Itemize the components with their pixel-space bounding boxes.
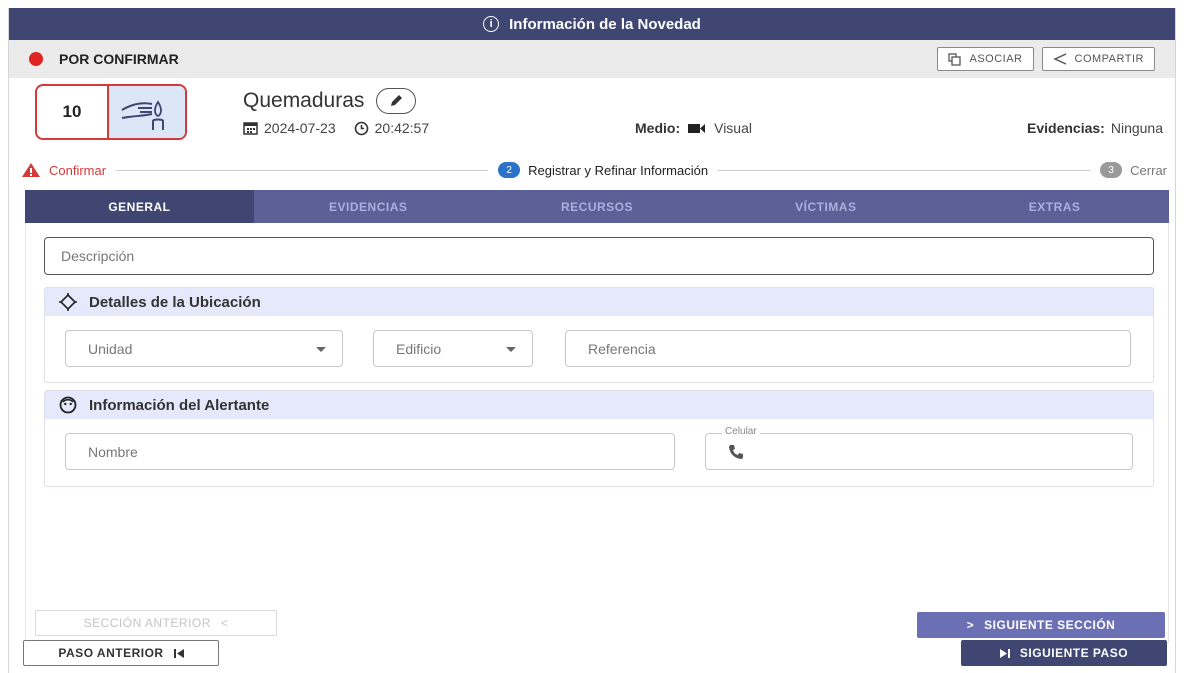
referencia-field[interactable]: Referencia — [565, 330, 1131, 367]
step-confirmar[interactable]: Confirmar — [21, 162, 106, 178]
celular-label: Celular — [722, 426, 760, 437]
step-cerrar[interactable]: 3 Cerrar — [1100, 162, 1167, 178]
step-registrar-label: Registrar y Refinar Información — [528, 162, 709, 178]
edit-title-button[interactable] — [376, 88, 417, 114]
location-target-icon — [59, 293, 77, 311]
medio-label: Medio: — [635, 120, 681, 136]
nombre-placeholder: Nombre — [88, 443, 138, 460]
status-label: POR CONFIRMAR — [59, 51, 179, 67]
status-dot-icon — [29, 52, 43, 66]
video-camera-icon — [688, 123, 706, 133]
edificio-placeholder: Edificio — [396, 340, 442, 357]
alertante-title: Información del Alertante — [89, 396, 270, 414]
incident-meta: 2024-07-23 20:42:57 Medio: Visual Eviden… — [243, 120, 1163, 136]
calendar-icon — [243, 122, 258, 135]
face-icon — [59, 396, 77, 414]
evidencias-value: Ninguna — [1110, 120, 1163, 136]
chevron-right-icon: > — [966, 618, 975, 632]
warning-icon — [22, 163, 40, 177]
process-stepper: Confirmar 2 Registrar y Refinar Informac… — [9, 158, 1175, 182]
unidad-select[interactable]: Unidad — [65, 330, 343, 367]
dialog-title: Información de la Novedad — [509, 15, 701, 33]
compartir-button[interactable]: COMPARTIR — [1041, 47, 1155, 71]
step-cerrar-number: 3 — [1100, 162, 1123, 178]
tab-general[interactable]: GENERAL — [25, 190, 254, 223]
share-icon — [1052, 53, 1066, 65]
step-registrar-number: 2 — [498, 162, 521, 178]
prev-step-button[interactable]: PASO ANTERIOR — [23, 640, 219, 666]
chevron-left-icon: < — [220, 616, 229, 630]
chevron-down-icon — [506, 347, 516, 352]
edificio-select[interactable]: Edificio — [373, 330, 533, 367]
prev-step-label: PASO ANTERIOR — [58, 646, 164, 660]
clock-icon — [354, 121, 368, 135]
tab-recursos[interactable]: RECURSOS — [483, 190, 712, 223]
asociar-button[interactable]: ASOCIAR — [937, 47, 1034, 71]
link-copy-icon — [948, 52, 962, 66]
tab-evidencias[interactable]: EVIDENCIAS — [254, 190, 483, 223]
dialog-titlebar: i Información de la Novedad — [9, 8, 1175, 40]
incident-dialog: i Información de la Novedad POR CONFIRMA… — [8, 8, 1176, 673]
incident-title: Quemaduras — [243, 89, 365, 112]
info-icon: i — [483, 16, 500, 32]
evidencias-label: Evidencias: — [1027, 120, 1105, 136]
incident-code: 10 — [37, 86, 109, 138]
referencia-placeholder: Referencia — [588, 340, 656, 357]
evidencias-info: Evidencias: Ninguna — [1027, 120, 1163, 136]
unidad-placeholder: Unidad — [88, 340, 133, 357]
step-divider — [116, 169, 489, 171]
next-step-button[interactable]: SIGUIENTE PASO — [961, 640, 1167, 666]
next-section-label: SIGUIENTE SECCIÓN — [984, 618, 1116, 632]
ubicacion-header: Detalles de la Ubicación — [45, 288, 1153, 316]
descripcion-field[interactable]: Descripción — [44, 237, 1154, 275]
compartir-label: COMPARTIR — [1074, 53, 1144, 65]
tab-victimas[interactable]: VÍCTIMAS — [711, 190, 940, 223]
general-panel: Descripción Detalles de la Ubicación Uni… — [25, 223, 1169, 643]
next-section-button[interactable]: > SIGUIENTE SECCIÓN — [917, 612, 1165, 638]
status-bar: POR CONFIRMAR ASOCIAR COMPARTIR — [9, 40, 1175, 78]
prev-section-label: SECCIÓN ANTERIOR — [83, 616, 211, 630]
phone-icon — [729, 444, 743, 459]
celular-field[interactable]: Celular — [705, 426, 1133, 470]
step-confirmar-label: Confirmar — [49, 162, 107, 178]
incident-code-box: 10 — [35, 84, 187, 140]
medio-value: Visual — [714, 120, 752, 136]
prev-section-button[interactable]: SECCIÓN ANTERIOR < — [35, 610, 277, 636]
tab-extras[interactable]: EXTRAS — [940, 190, 1169, 223]
asociar-label: ASOCIAR — [969, 53, 1023, 65]
incident-header: 10 Quemaduras 2024-07-23 20:42:57 Medio:… — [9, 78, 1175, 154]
section-tabs: GENERAL EVIDENCIAS RECURSOS VÍCTIMAS EXT… — [25, 190, 1169, 223]
alertante-section: Información del Alertante Nombre Celular — [44, 390, 1154, 487]
incident-date: 2024-07-23 — [264, 120, 336, 136]
pencil-icon — [391, 95, 403, 106]
medio-info: Medio: Visual — [635, 120, 752, 136]
incident-time: 20:42:57 — [374, 120, 430, 136]
hand-burn-icon — [109, 86, 185, 138]
step-cerrar-label: Cerrar — [1130, 162, 1168, 178]
chevron-down-icon — [316, 347, 326, 352]
ubicacion-section: Detalles de la Ubicación Unidad Edificio… — [44, 287, 1154, 383]
nombre-field[interactable]: Nombre — [65, 433, 675, 470]
step-registrar[interactable]: 2 Registrar y Refinar Información — [498, 162, 708, 178]
skip-next-icon — [999, 648, 1010, 658]
step-divider — [718, 169, 1091, 171]
ubicacion-title: Detalles de la Ubicación — [89, 293, 261, 311]
alertante-header: Información del Alertante — [45, 391, 1153, 419]
skip-previous-icon — [173, 648, 184, 658]
next-step-label: SIGUIENTE PASO — [1019, 646, 1129, 660]
incident-title-row: Quemaduras — [243, 88, 417, 114]
